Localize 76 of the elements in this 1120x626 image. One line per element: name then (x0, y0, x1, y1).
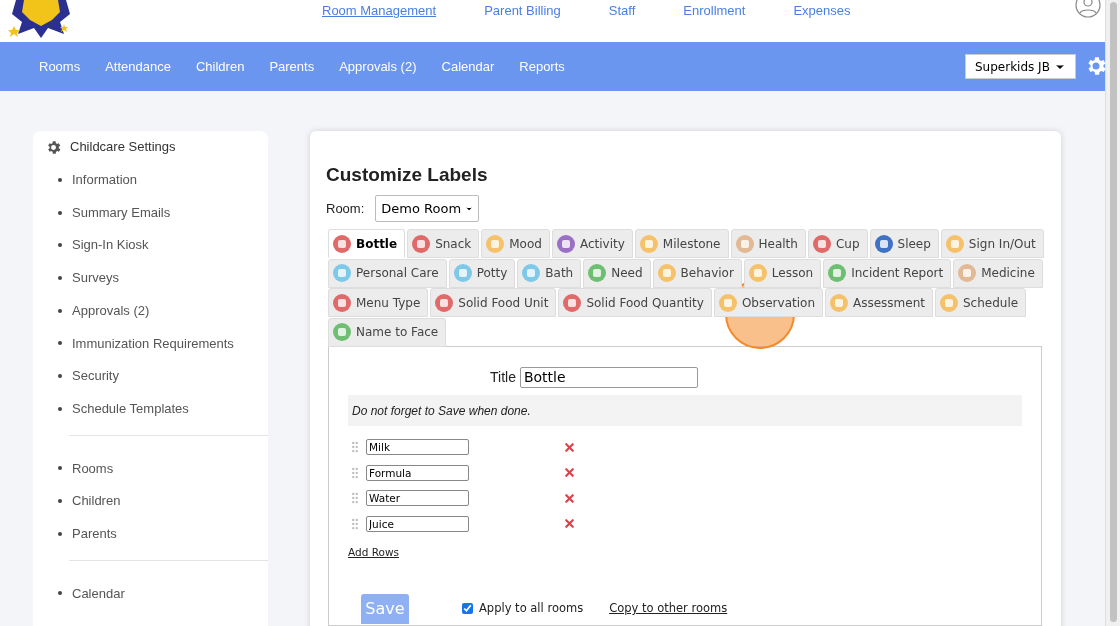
bullet-icon (58, 591, 62, 596)
label-tab[interactable]: Schedule (935, 288, 1027, 317)
sidebar-link[interactable]: Approvals (2) (72, 300, 150, 321)
school-select[interactable]: Superkids JB (965, 54, 1076, 79)
bullet-icon (58, 275, 62, 280)
top-nav-link[interactable]: Expenses (793, 1, 851, 21)
label-tab[interactable]: Potty (448, 258, 516, 288)
delete-icon[interactable] (563, 466, 576, 480)
bullet-icon (58, 308, 62, 313)
label-tab[interactable]: Personal Care (328, 258, 447, 288)
bullet-icon (58, 406, 62, 411)
top-nav-link[interactable]: Parent Billing (484, 1, 561, 21)
delete-icon[interactable] (563, 517, 576, 531)
sidebar-link[interactable]: Information (72, 170, 138, 190)
sidebar-link[interactable]: Summary Emails (72, 202, 171, 223)
bullet-icon (58, 373, 62, 378)
option-input[interactable]: Milk (366, 439, 469, 456)
label-tab[interactable]: Observation (713, 288, 823, 317)
label-tab[interactable]: Milestone (634, 229, 729, 258)
bullet-icon (58, 499, 62, 504)
sidebar-link[interactable]: Schedule Templates (72, 398, 189, 419)
sidebar-link[interactable]: Surveys (72, 268, 119, 288)
label-tab[interactable]: Snack (407, 229, 480, 258)
room-select[interactable]: Demo Room (375, 195, 480, 222)
label-tab[interactable]: Sign In/Out (940, 229, 1044, 258)
sidebar-link[interactable]: Rooms (72, 458, 114, 479)
label-tab[interactable]: Bath (517, 258, 582, 288)
scrollbar[interactable] (1105, 0, 1120, 626)
label-tab[interactable]: Lesson (743, 258, 822, 288)
bullet-icon (58, 210, 62, 215)
label-tab[interactable]: Name to Face (328, 317, 447, 347)
sidebar-link[interactable]: Immunization Requirements (72, 333, 234, 354)
sidebar-link[interactable]: Sign-In Kiosk (72, 235, 149, 255)
sidebar-link[interactable]: Security (72, 366, 119, 386)
option-input[interactable]: Juice (366, 515, 469, 532)
bullet-icon (58, 243, 62, 248)
bullet-icon (58, 341, 62, 346)
label-tab[interactable]: Solid Food Unit (430, 288, 557, 317)
apply-all-label: Apply to all rooms (479, 600, 584, 618)
title-input[interactable]: Bottle (519, 367, 698, 388)
sidebar-title: Childcare Settings (70, 138, 176, 157)
settings-icon (45, 138, 62, 156)
user-avatar-icon[interactable] (1075, 0, 1101, 18)
copy-rooms-link[interactable]: Copy to other rooms (609, 600, 728, 618)
label-tab[interactable]: Menu Type (328, 288, 429, 317)
title-label: Title (490, 368, 516, 387)
label-tab[interactable]: Behavior (652, 258, 742, 288)
option-input[interactable]: Water (366, 490, 469, 507)
label-tab[interactable]: Assessment (825, 288, 933, 317)
bullet-icon (58, 531, 62, 536)
apply-all-checkbox[interactable] (462, 603, 473, 615)
page-title: Customize Labels (326, 163, 489, 185)
sidebar-link[interactable]: Parents (72, 523, 117, 544)
sidebar-link[interactable]: Calendar (72, 583, 125, 604)
label-tab[interactable]: Medicine (953, 258, 1043, 288)
delete-icon[interactable] (563, 440, 576, 454)
label-tab[interactable]: Solid Food Quantity (558, 288, 712, 317)
label-tab[interactable]: Health (730, 229, 806, 258)
sidebar-link[interactable]: Children (72, 491, 121, 511)
label-tab[interactable]: Bottle (328, 229, 406, 258)
top-nav-link[interactable]: Enrollment (683, 1, 746, 21)
save-reminder: Do not forget to Save when done. (352, 402, 531, 420)
room-label: Room: (326, 199, 365, 218)
label-tab[interactable]: Sleep (869, 229, 939, 258)
bullet-icon (58, 177, 62, 182)
option-input[interactable]: Formula (366, 464, 469, 481)
label-tab[interactable]: Mood (481, 229, 550, 258)
label-tab[interactable]: Activity (551, 229, 633, 258)
top-nav-link[interactable]: Staff (608, 1, 636, 21)
add-rows-link[interactable]: Add Rows (348, 545, 399, 561)
top-nav-link[interactable]: Room Management (322, 1, 437, 21)
label-tab[interactable]: Cup (807, 229, 868, 258)
delete-icon[interactable] (563, 491, 576, 505)
label-tab[interactable]: Need (583, 258, 651, 288)
label-tab[interactable]: Incident Report (823, 258, 952, 288)
bullet-icon (58, 466, 62, 471)
